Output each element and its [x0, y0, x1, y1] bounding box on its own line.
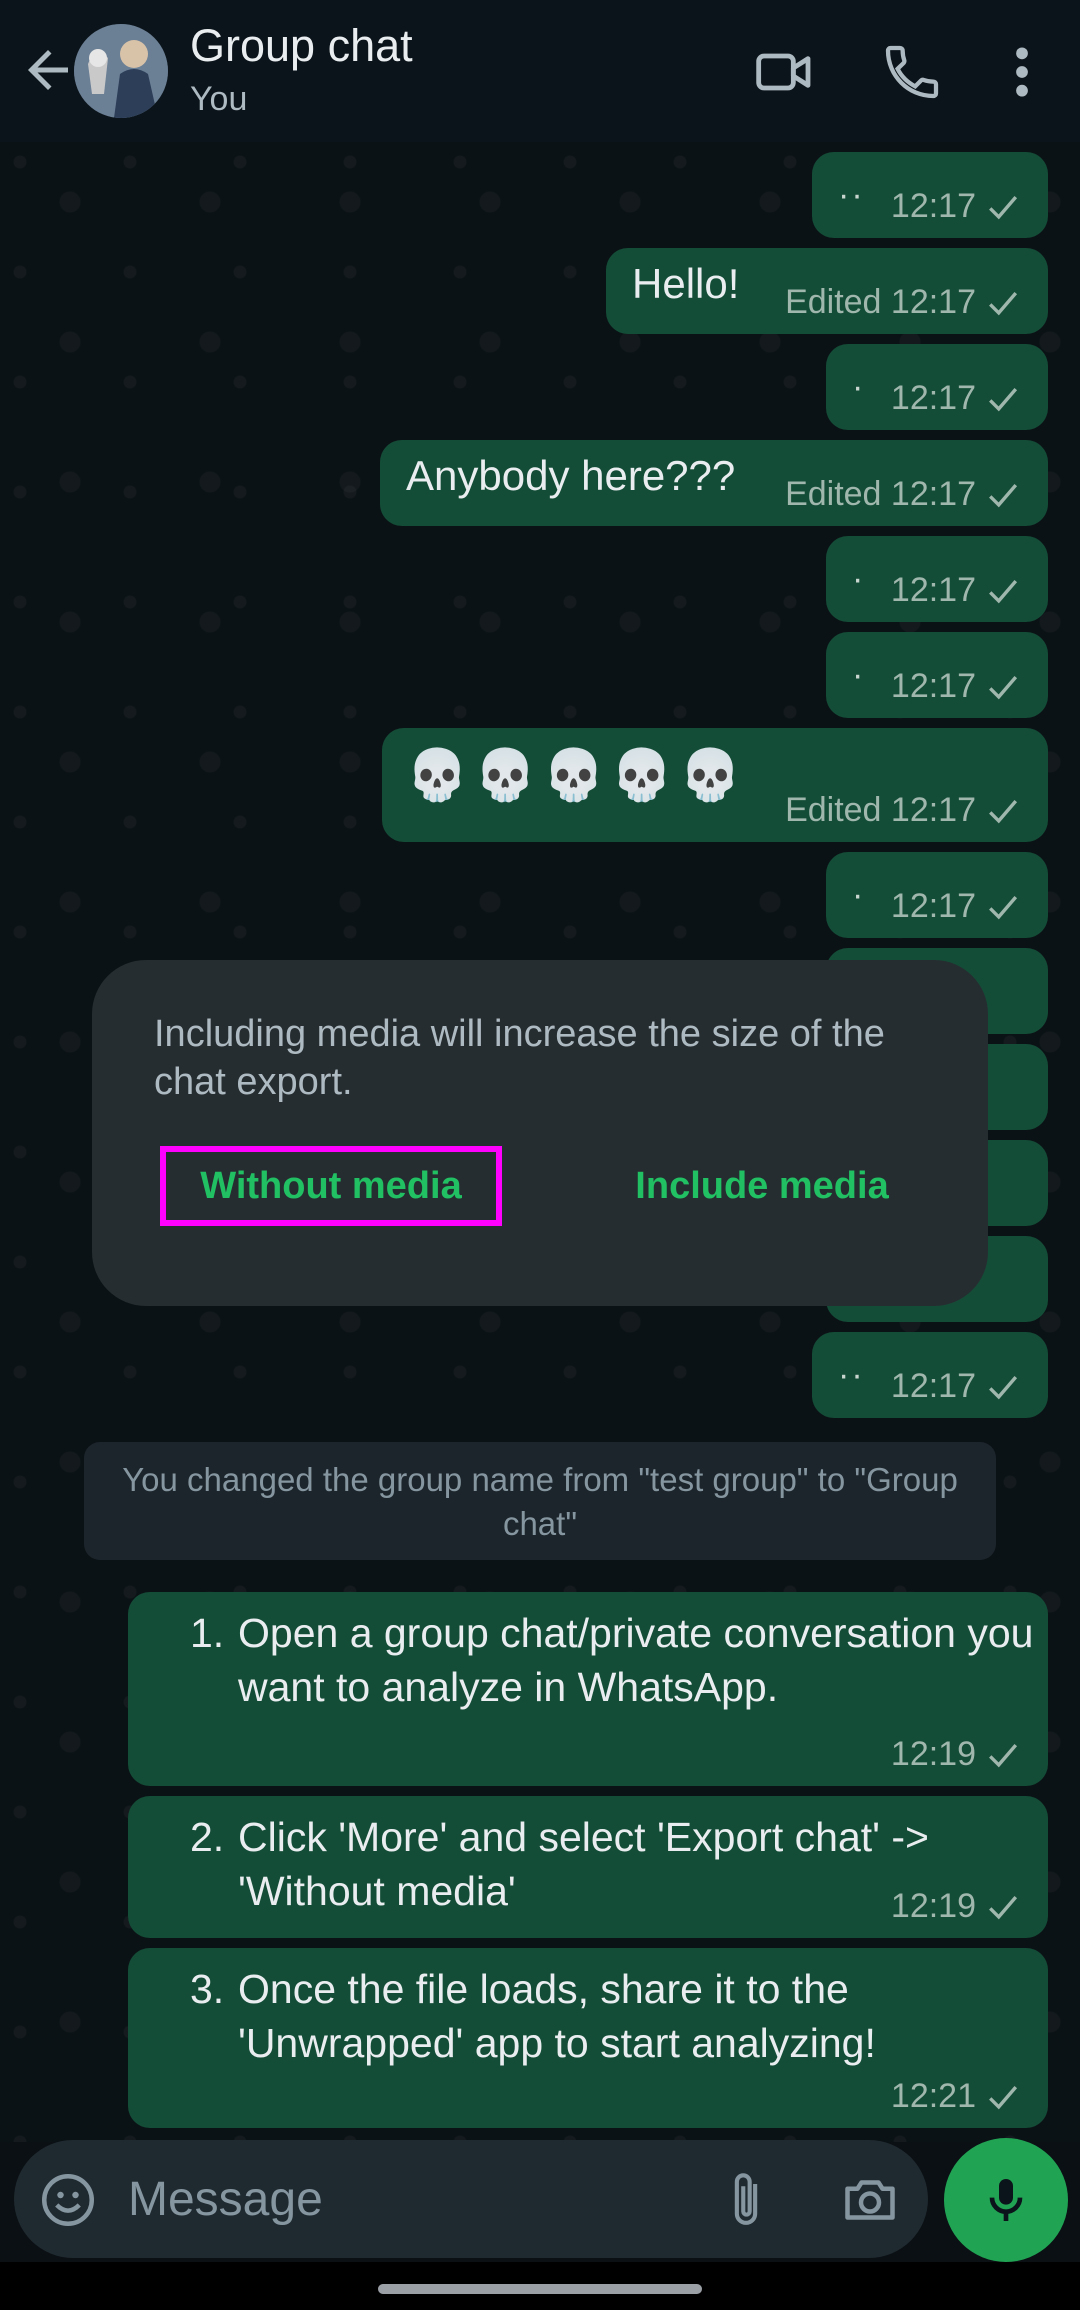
check-icon: [989, 1895, 1018, 1919]
voice-record-button[interactable]: [944, 2138, 1068, 2262]
chat-header: Group chat You: [0, 0, 1080, 142]
home-gesture-handle[interactable]: [378, 2284, 702, 2294]
smiley-icon[interactable]: [38, 2170, 98, 2230]
chat-title[interactable]: Group chat: [190, 20, 413, 72]
message-bubble[interactable]: Hello! Edited 12:17: [606, 248, 1048, 334]
message-text: Hello!: [632, 260, 740, 307]
camera-icon[interactable]: [840, 2170, 900, 2230]
message-text: 💀💀💀💀💀: [406, 747, 748, 803]
message-text: ·: [852, 368, 866, 406]
export-media-dialog: Including media will increase the size o…: [92, 960, 988, 1306]
message-text: Anybody here???: [406, 452, 736, 499]
message-bubble[interactable]: · 12:17: [826, 536, 1048, 622]
message-bubble[interactable]: ·· 12:17: [812, 152, 1048, 238]
check-icon: [989, 799, 1018, 823]
chat-subtitle[interactable]: You: [190, 80, 247, 119]
microphone-icon: [989, 2179, 1023, 2221]
check-icon: [989, 483, 1018, 507]
message-composer: [14, 2140, 928, 2258]
message-bubble[interactable]: Anybody here??? Edited 12:17: [380, 440, 1048, 526]
message-bubble[interactable]: · 12:17: [826, 632, 1048, 718]
message-bubble[interactable]: · 12:17: [826, 344, 1048, 430]
message-time: 12:17: [890, 1367, 976, 1405]
message-bubble[interactable]: 2. Click 'More' and select 'Export chat'…: [128, 1796, 1048, 1938]
message-time: Edited 12:17: [785, 791, 976, 829]
message-text: Click 'More' and select 'Export chat' ->…: [238, 1814, 929, 1914]
message-text: ··: [838, 176, 865, 214]
message-text: Once the file loads, share it to the 'Un…: [238, 1966, 876, 2066]
without-media-button[interactable]: Without media: [160, 1146, 502, 1226]
more-vertical-icon[interactable]: [1000, 40, 1044, 104]
list-number: 2.: [190, 1814, 225, 1860]
message-text: ·: [852, 560, 866, 598]
message-time: 12:17: [890, 667, 976, 705]
phone-icon[interactable]: [880, 40, 944, 104]
message-bubble[interactable]: · 12:17: [826, 852, 1048, 938]
check-icon: [989, 387, 1018, 411]
include-media-button[interactable]: Include media: [612, 1146, 912, 1226]
check-icon: [989, 1375, 1018, 1399]
check-icon: [989, 1743, 1018, 1767]
message-text: ·: [852, 876, 866, 914]
message-text: ··: [838, 1356, 865, 1394]
message-time: Edited 12:17: [785, 283, 976, 321]
message-bubble[interactable]: ·· 12:17: [812, 1332, 1048, 1418]
message-time: 12:17: [890, 379, 976, 417]
check-icon: [989, 895, 1018, 919]
message-time: 12:17: [890, 571, 976, 609]
arrow-left-icon[interactable]: [18, 40, 78, 100]
message-bubble[interactable]: 💀💀💀💀💀 Edited 12:17: [382, 728, 1048, 842]
screen: Group chat You ·· 12:17 Hello! Edited 12…: [0, 0, 1080, 2310]
message-time: Edited 12:17: [785, 475, 976, 513]
message-time: 12:19: [890, 1887, 976, 1925]
check-icon: [989, 2085, 1018, 2109]
video-camera-icon[interactable]: [752, 40, 816, 104]
message-time: 12:17: [890, 887, 976, 925]
message-time: 12:19: [890, 1735, 976, 1773]
check-icon: [989, 675, 1018, 699]
message-bubble[interactable]: 1. Open a group chat/private conversatio…: [128, 1592, 1048, 1786]
system-message: You changed the group name from "test gr…: [84, 1442, 996, 1560]
message-input[interactable]: [128, 2164, 688, 2234]
check-icon: [989, 291, 1018, 315]
paperclip-icon[interactable]: [724, 2168, 768, 2232]
check-icon: [989, 195, 1018, 219]
message-text: ·: [852, 656, 866, 694]
message-time: 12:21: [890, 2077, 976, 2115]
avatar[interactable]: [74, 24, 168, 118]
system-navigation-bar: [0, 2262, 1080, 2310]
list-number: 3.: [190, 1966, 225, 2012]
check-icon: [989, 579, 1018, 603]
message-text: Open a group chat/private conversation y…: [238, 1610, 1034, 1710]
message-time: 12:17: [890, 187, 976, 225]
message-bubble[interactable]: 3. Once the file loads, share it to the …: [128, 1948, 1048, 2128]
dialog-message: Including media will increase the size o…: [154, 1013, 885, 1103]
list-number: 1.: [190, 1610, 225, 1656]
